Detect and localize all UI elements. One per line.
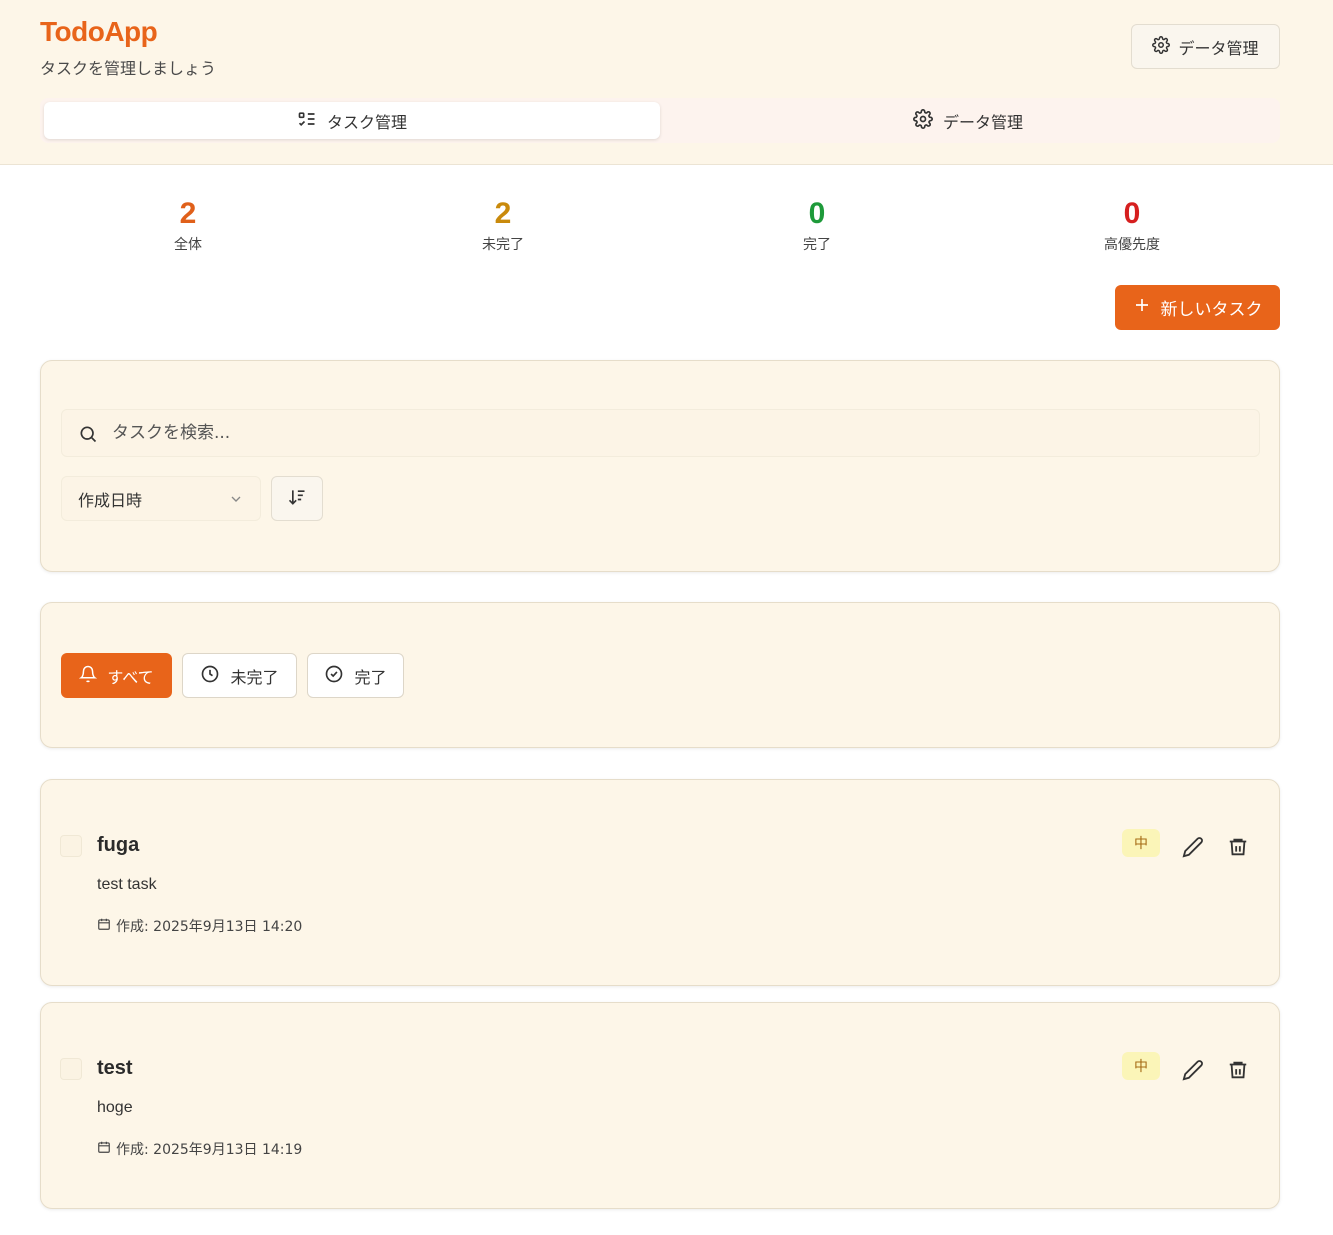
task-checkbox[interactable] xyxy=(60,1058,82,1080)
stat-completed: 0 完了 xyxy=(737,196,897,254)
chevron-down-icon xyxy=(228,491,244,511)
trash-icon[interactable] xyxy=(1227,836,1251,860)
new-task-button[interactable]: 新しいタスク xyxy=(1115,285,1280,330)
trash-icon[interactable] xyxy=(1227,1059,1251,1083)
stat-total: 2 全体 xyxy=(108,196,268,254)
stat-total-value: 2 xyxy=(179,197,197,230)
list-checks-icon xyxy=(297,109,317,133)
stat-incomplete-value: 2 xyxy=(494,197,512,230)
task-description: test task xyxy=(97,876,157,893)
tab-task-management-label: タスク管理 xyxy=(326,112,407,132)
task-card: fuga test task 作成: 2025年9月13日 14:20 中 xyxy=(40,779,1280,986)
priority-badge: 中 xyxy=(1122,829,1160,857)
data-management-button-label: データ管理 xyxy=(1178,38,1259,58)
task-card: test hoge 作成: 2025年9月13日 14:19 中 xyxy=(40,1002,1280,1209)
tab-data-management-label: データ管理 xyxy=(942,112,1023,132)
task-created-date: 作成: 2025年9月13日 14:19 xyxy=(97,1139,302,1159)
calendar-icon xyxy=(97,1140,111,1158)
tab-data-management[interactable]: データ管理 xyxy=(660,102,1276,139)
sort-select[interactable]: 作成日時 xyxy=(61,476,261,521)
stat-completed-label: 完了 xyxy=(803,237,831,253)
sort-order-button[interactable] xyxy=(271,476,323,521)
task-title: test xyxy=(97,1057,133,1079)
search-icon xyxy=(78,424,98,448)
filter-all-label: すべて xyxy=(107,667,154,687)
stat-high-priority: 0 高優先度 xyxy=(1052,196,1212,254)
stat-high-priority-value: 0 xyxy=(1123,197,1141,230)
plus-icon xyxy=(1133,296,1151,319)
task-created-text: 作成: 2025年9月13日 14:20 xyxy=(116,919,303,935)
filter-completed-label: 完了 xyxy=(354,667,387,687)
stat-high-priority-label: 高優先度 xyxy=(1104,237,1160,253)
tab-task-management[interactable]: タスク管理 xyxy=(44,102,660,139)
stat-incomplete-label: 未完了 xyxy=(482,237,524,253)
stat-completed-value: 0 xyxy=(808,197,826,230)
edit-icon[interactable] xyxy=(1182,836,1206,860)
clock-icon xyxy=(200,664,220,688)
task-checkbox[interactable] xyxy=(60,835,82,857)
check-circle-icon xyxy=(324,664,344,688)
calendar-icon xyxy=(97,917,111,935)
task-created-date: 作成: 2025年9月13日 14:20 xyxy=(97,916,302,936)
filter-all-button[interactable]: すべて xyxy=(61,653,172,698)
edit-icon[interactable] xyxy=(1182,1059,1206,1083)
task-description: hoge xyxy=(97,1099,133,1116)
filter-incomplete-label: 未完了 xyxy=(230,667,279,687)
gear-icon xyxy=(1152,35,1171,58)
filter-card: すべて 未完了 完了 xyxy=(40,602,1280,748)
app-title: TodoApp xyxy=(40,16,158,47)
tab-bar: タスク管理 データ管理 xyxy=(40,98,1280,143)
filter-incomplete-button[interactable]: 未完了 xyxy=(182,653,297,698)
app-subtitle: タスクを管理しましょう xyxy=(40,59,217,78)
bell-icon xyxy=(79,665,98,687)
search-card: 作成日時 xyxy=(40,360,1280,572)
new-task-button-label: 新しいタスク xyxy=(1160,300,1263,320)
task-title: fuga xyxy=(97,834,140,856)
gear-icon xyxy=(913,108,933,133)
task-created-text: 作成: 2025年9月13日 14:19 xyxy=(116,1142,303,1158)
sort-descending-icon xyxy=(287,487,307,511)
search-box xyxy=(61,409,1260,457)
data-management-button[interactable]: データ管理 xyxy=(1131,24,1280,69)
stat-incomplete: 2 未完了 xyxy=(423,196,583,254)
filter-completed-button[interactable]: 完了 xyxy=(307,653,404,698)
stat-total-label: 全体 xyxy=(174,237,202,253)
priority-badge: 中 xyxy=(1122,1052,1160,1080)
sort-select-value: 作成日時 xyxy=(78,490,143,510)
app-header: TodoApp タスクを管理しましょう データ管理 タスク管理 データ管理 xyxy=(0,0,1333,165)
search-input[interactable] xyxy=(112,410,1242,456)
